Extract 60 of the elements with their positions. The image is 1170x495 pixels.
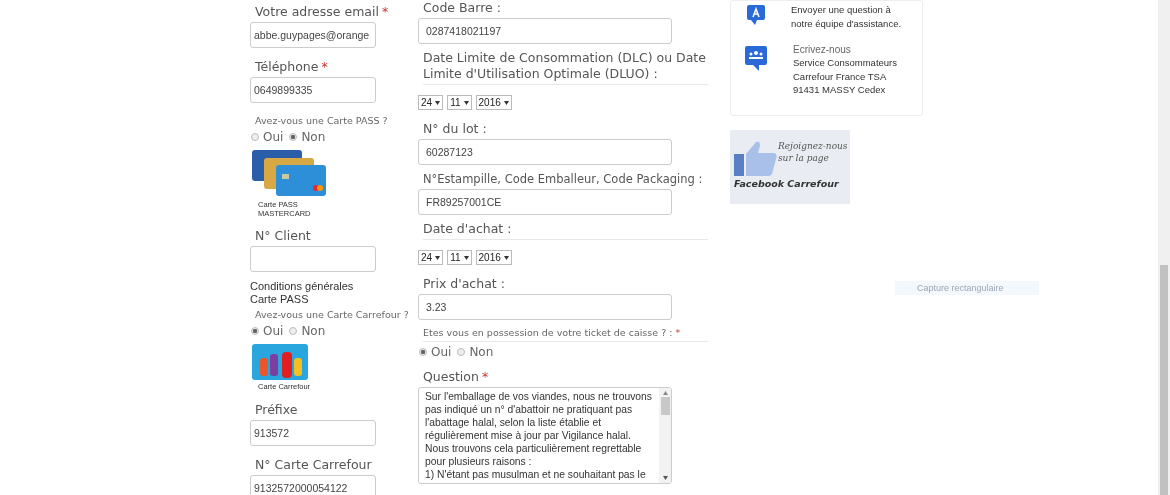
caret-icon [503,255,509,260]
day-select[interactable]: 24 [418,250,444,265]
capture-tooltip: Capture rectangulaire [895,281,1039,295]
month-select[interactable]: 11 [447,95,472,110]
year-select[interactable]: 2016 [475,95,512,110]
banner-brand: Facebook Carrefour [733,177,840,191]
textarea-scrollbar[interactable] [659,388,671,483]
question-label: Avez-vous une Carte PASS ? [255,114,388,127]
radio-option[interactable]: Non [289,130,326,144]
caret-icon [463,100,469,105]
scroll-down-icon [662,476,668,480]
scroll-up-icon [662,391,668,395]
radio-option[interactable]: Oui [251,130,284,144]
caret-icon [463,255,469,260]
terms-link[interactable]: Conditions générales Carte PASS [250,280,380,306]
facebook-banner[interactable]: Rejoignez-nous sur la page Facebook Carrefour [730,129,850,204]
group-message-icon [745,46,767,72]
field-label: Téléphone * [255,59,328,75]
caret-icon [435,255,441,260]
input-field[interactable]: 3.23 [418,294,672,320]
field-label: Question * [423,369,490,385]
input-field[interactable]: 0287418021197 [418,18,672,44]
contact-text: Service Consommateurs Carrefour France TSA 91431 MASSY Cedex [793,56,897,97]
day-select[interactable]: 24 [418,95,444,110]
input-field[interactable]: 60287123 [418,139,672,165]
input-field[interactable]: 913572 [250,419,376,446]
scroll-thumb[interactable] [660,397,670,415]
radio-option[interactable]: Oui [251,324,284,338]
chat-icon [745,5,765,25]
input-field[interactable] [250,246,376,272]
input-field[interactable]: FR89257001CE [418,189,672,215]
field-label: Votre adresse email * [255,4,389,20]
contact-heading: Ecrivez-nous [793,44,852,56]
thumbs-up-icon [734,139,778,176]
question-label: Avez-vous une Carte Carrefour ? [255,308,409,321]
question-textarea[interactable]: Sur l'emballage de vos viandes, nous ne trouvons pas indiqué un n° d'abattoir ne pratiquant pas l'abattage halal, selon la liste établie et régulièrement mise à jour par Vigilance halal. Nous trouvons cela particulièrement regrettable pour plusieurs raisons : 1) N'étant pas musulman et ne souhaitant pas le [418,387,672,484]
field-label: N°Estampille, Code Emballeur, Code Packaging : [423,171,704,187]
caret-icon [503,100,509,105]
field-label: Préfixe [255,401,298,418]
radio-option[interactable]: Non [289,324,326,338]
field-label: Date Limite de Consommation (DLC) ou Date Limite d'Utilisation Optimale (DLUO) : [423,50,708,85]
contact-text: Envoyer une question à notre équipe d'assistance. [791,3,902,30]
year-select[interactable]: 2016 [475,250,512,265]
loyalty-card-drawing [252,344,308,380]
field-label: N° Client [255,228,311,244]
question-label: Etes vous en possession de votre ticket de caisse ? : * [423,326,708,342]
field-label: N° Carte Carrefour [255,456,372,473]
field-label: Code Barre : [423,0,502,16]
input-field[interactable]: 0649899335 [250,77,376,103]
banner-text: Rejoignez-nous sur la page [778,139,849,165]
page-scrollbar[interactable] [1158,0,1170,495]
month-select[interactable]: 11 [447,250,472,265]
radio-option[interactable]: Non [457,345,494,359]
field-label: Date d'achat : [423,221,708,240]
radio-option[interactable]: Oui [419,345,452,359]
field-label: N° du lot : [423,121,488,137]
caret-icon [435,100,441,105]
input-field[interactable]: 9132572000054122 [250,474,376,495]
input-field[interactable]: abbe.guypages@orange [250,22,376,48]
field-label: Prix d'achat : [423,276,506,292]
